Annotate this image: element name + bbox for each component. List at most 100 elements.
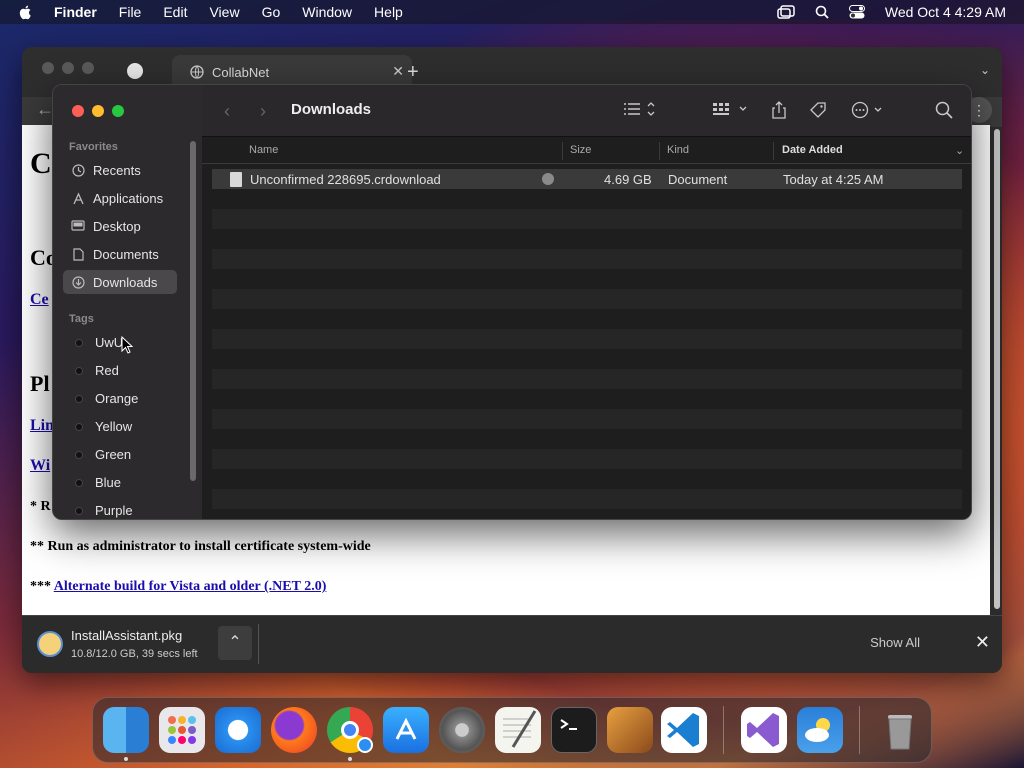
alternate-build-link[interactable]: Alternate build for Vista and older (.NE… bbox=[54, 579, 327, 594]
favorites-section-label: Favorites bbox=[69, 141, 118, 153]
zoom-window-button[interactable] bbox=[82, 62, 94, 74]
tag-dot-icon bbox=[75, 506, 83, 515]
dock-firefox-icon[interactable] bbox=[271, 707, 317, 753]
tag-label: Orange bbox=[95, 391, 139, 406]
forward-chevron-icon[interactable]: › bbox=[260, 101, 266, 122]
more-actions-icon[interactable] bbox=[851, 101, 885, 124]
tag-orange[interactable]: Orange bbox=[75, 391, 138, 406]
close-window-button[interactable] bbox=[42, 62, 54, 74]
note-fragment: * R bbox=[30, 499, 51, 514]
sidebar-scrollbar[interactable] bbox=[190, 141, 196, 481]
tag-green[interactable]: Green bbox=[75, 447, 131, 462]
document-icon bbox=[71, 247, 85, 261]
dock-safari-icon[interactable] bbox=[215, 707, 261, 753]
dock-weather-icon[interactable] bbox=[797, 707, 843, 753]
clock-icon bbox=[71, 163, 85, 177]
column-divider[interactable] bbox=[659, 142, 660, 160]
windows-link-fragment[interactable]: Wi bbox=[30, 457, 50, 475]
sidebar-item-documents[interactable]: Documents bbox=[63, 242, 177, 266]
file-row[interactable]: Unconfirmed 228695.crdownload 4.69 GB Do… bbox=[212, 169, 962, 189]
dock-vscode-icon[interactable] bbox=[661, 707, 707, 753]
file-kind: Document bbox=[668, 172, 728, 187]
finder-close-button[interactable] bbox=[72, 105, 84, 117]
share-icon[interactable] bbox=[771, 101, 787, 124]
empty-row bbox=[212, 329, 962, 349]
column-header-size[interactable]: Size bbox=[570, 144, 591, 156]
search-icon[interactable] bbox=[935, 101, 953, 124]
dock-system-settings-icon[interactable] bbox=[439, 707, 485, 753]
tag-icon[interactable] bbox=[809, 101, 827, 124]
tags-section-label: Tags bbox=[69, 313, 94, 325]
back-chevron-icon[interactable]: ‹ bbox=[224, 101, 230, 122]
tag-yellow[interactable]: Yellow bbox=[75, 419, 132, 434]
column-header-kind[interactable]: Kind bbox=[667, 144, 689, 156]
dock-visual-studio-icon[interactable] bbox=[741, 707, 787, 753]
tag-red[interactable]: Red bbox=[75, 363, 119, 378]
page-link-fragment[interactable]: Ce bbox=[30, 291, 49, 309]
tag-label: Blue bbox=[95, 475, 122, 490]
globe-icon bbox=[190, 65, 204, 79]
column-divider[interactable] bbox=[562, 142, 563, 160]
mouse-cursor-icon bbox=[121, 336, 133, 354]
apple-menu-icon[interactable] bbox=[18, 4, 34, 20]
sidebar-item-applications[interactable]: Applications bbox=[63, 186, 177, 210]
dock-garageband-icon[interactable] bbox=[607, 707, 653, 753]
menu-clock[interactable]: Wed Oct 4 4:29 AM bbox=[885, 4, 1006, 20]
profile-avatar[interactable] bbox=[127, 63, 143, 79]
dock-launchpad-icon[interactable] bbox=[159, 707, 205, 753]
column-header-date-added[interactable]: Date Added bbox=[782, 144, 843, 156]
page-section-heading-fragment: Pl bbox=[30, 371, 50, 396]
control-center-icon[interactable] bbox=[848, 5, 865, 19]
dock-chrome-icon[interactable] bbox=[327, 707, 373, 753]
file-date-added: Today at 4:25 AM bbox=[783, 172, 884, 187]
tag-blue[interactable]: Blue bbox=[75, 475, 121, 490]
empty-row bbox=[212, 389, 962, 409]
empty-row bbox=[212, 209, 962, 229]
sidebar-item-downloads[interactable]: Downloads bbox=[63, 270, 177, 294]
list-view-icon[interactable] bbox=[624, 101, 656, 122]
menu-go[interactable]: Go bbox=[262, 4, 281, 20]
column-divider[interactable] bbox=[773, 142, 774, 160]
admin-note: ** Run as administrator to install certi… bbox=[30, 539, 371, 554]
tag-purple[interactable]: Purple bbox=[75, 503, 133, 518]
show-all-downloads-button[interactable]: Show All bbox=[870, 635, 920, 650]
dock-textedit-icon[interactable] bbox=[495, 707, 541, 753]
file-list: Unconfirmed 228695.crdownload 4.69 GB Do… bbox=[212, 169, 962, 509]
tag-uwu[interactable]: UwU bbox=[75, 335, 123, 350]
sidebar-item-desktop[interactable]: Desktop bbox=[63, 214, 177, 238]
finder-minimize-button[interactable] bbox=[92, 105, 104, 117]
sort-chevron-icon[interactable]: ⌄ bbox=[955, 144, 964, 157]
menu-edit[interactable]: Edit bbox=[163, 4, 187, 20]
dock-app-store-icon[interactable] bbox=[383, 707, 429, 753]
sidebar-item-recents[interactable]: Recents bbox=[63, 158, 177, 182]
dock-finder-icon[interactable] bbox=[103, 707, 149, 753]
tab-search-chevron-icon[interactable]: ⌄ bbox=[980, 63, 990, 77]
close-tab-icon[interactable]: ✕ bbox=[392, 63, 404, 80]
menu-view[interactable]: View bbox=[209, 4, 239, 20]
download-filename[interactable]: InstallAssistant.pkg bbox=[71, 628, 182, 643]
linux-link-fragment[interactable]: Lin bbox=[30, 417, 54, 435]
close-download-shelf-icon[interactable]: ✕ bbox=[975, 632, 990, 653]
group-view-icon[interactable] bbox=[713, 101, 749, 122]
menu-help[interactable]: Help bbox=[374, 4, 403, 20]
stage-manager-icon[interactable] bbox=[777, 5, 795, 19]
page-scrollbar-thumb[interactable] bbox=[994, 129, 1000, 609]
dock-terminal-icon[interactable] bbox=[551, 707, 597, 753]
dock-divider bbox=[723, 706, 724, 754]
tab-title: CollabNet bbox=[212, 64, 270, 80]
menu-window[interactable]: Window bbox=[302, 4, 352, 20]
tag-dot-icon bbox=[75, 478, 83, 487]
column-header-name[interactable]: Name bbox=[249, 144, 278, 156]
minimize-window-button[interactable] bbox=[62, 62, 74, 74]
sidebar-item-label: Desktop bbox=[93, 218, 141, 234]
dock bbox=[92, 697, 932, 763]
spotlight-search-icon[interactable] bbox=[815, 5, 829, 19]
menu-file[interactable]: File bbox=[119, 4, 142, 20]
download-options-chevron-icon[interactable]: ⌃ bbox=[218, 626, 252, 660]
new-tab-button[interactable]: + bbox=[407, 61, 419, 84]
finder-zoom-button[interactable] bbox=[112, 105, 124, 117]
page-heading-fragment: C bbox=[30, 147, 52, 180]
page-scrollbar[interactable] bbox=[992, 129, 1000, 609]
menu-app-name[interactable]: Finder bbox=[54, 4, 97, 20]
dock-trash-icon[interactable] bbox=[877, 707, 923, 753]
